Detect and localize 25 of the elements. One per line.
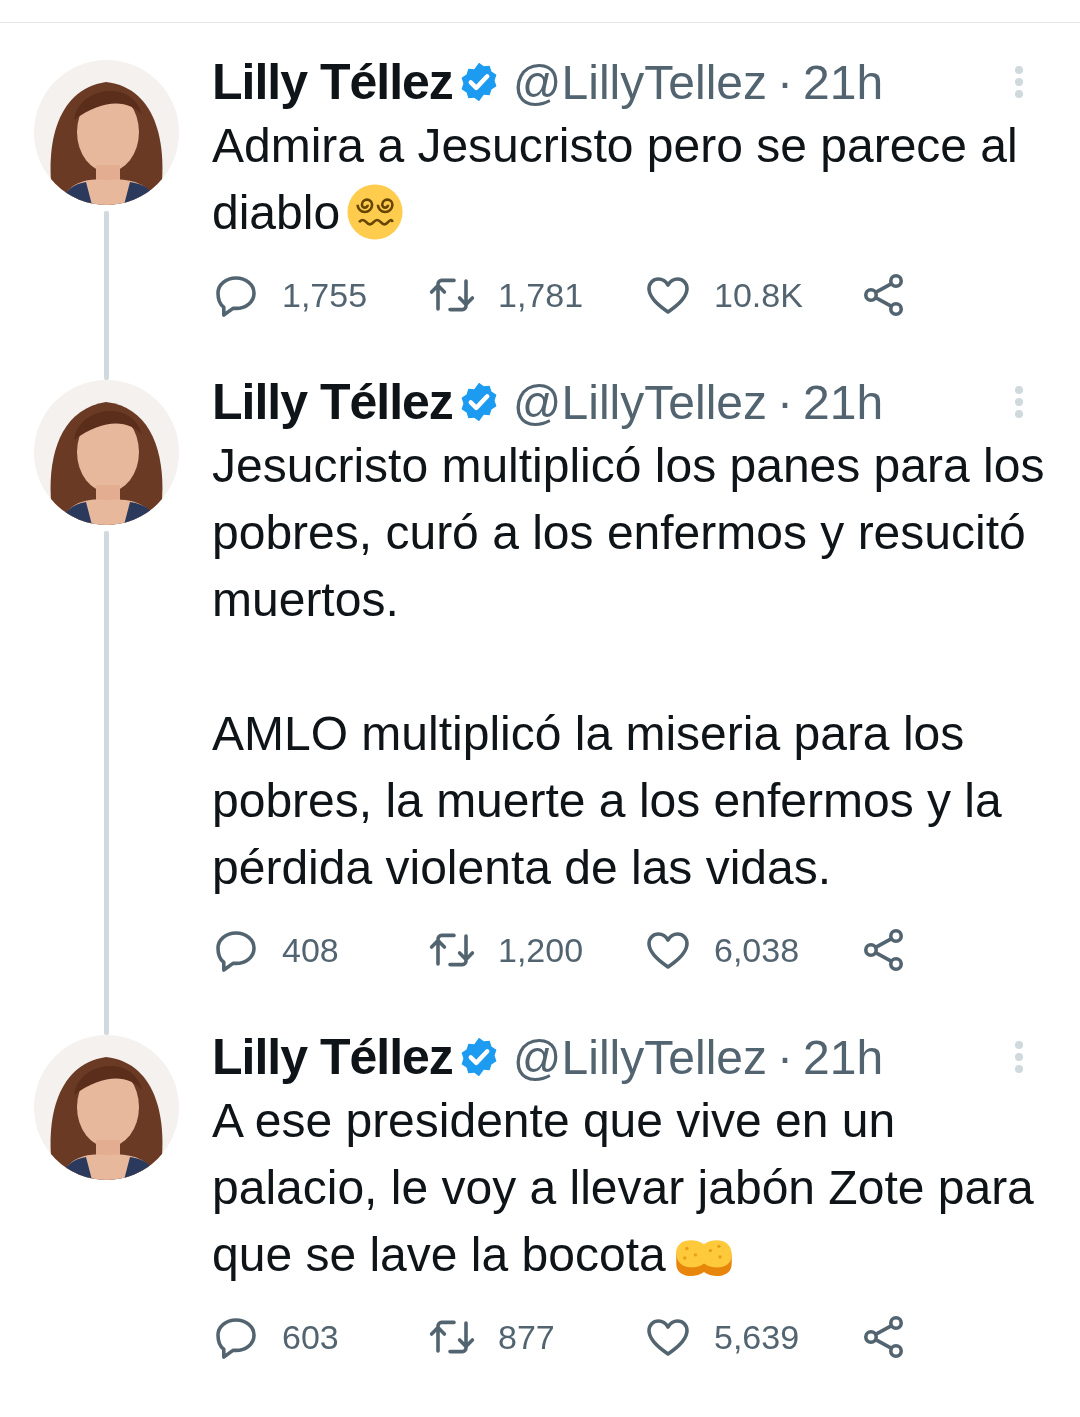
author-handle[interactable]: @LillyTellez xyxy=(512,374,767,430)
tweet-text: Admira a Jesucristo pero se parece al diablo xyxy=(212,119,1018,239)
author-name[interactable]: Lilly Téllez xyxy=(212,53,453,111)
reply-count: 1,755 xyxy=(282,275,368,315)
retweet-count: 1,781 xyxy=(498,275,584,315)
author-handle[interactable]: @LillyTellez xyxy=(512,1029,767,1085)
reply-count: 603 xyxy=(282,1317,339,1357)
separator-dot: · xyxy=(777,54,793,110)
author-name[interactable]: Lilly Téllez xyxy=(212,1028,453,1086)
tweet-time[interactable]: 21h xyxy=(803,1029,884,1085)
tweet-text: A ese presidente que vive en un palacio, le voy a llevar jabón Zote para que se lave la bocota xyxy=(212,1094,1034,1281)
tweet-time[interactable]: 21h xyxy=(803,54,884,110)
like-count: 6,038 xyxy=(714,930,800,970)
like-count: 5,639 xyxy=(714,1317,800,1357)
like-count: 10.8K xyxy=(714,275,803,315)
tweet-time[interactable]: 21h xyxy=(803,374,884,430)
author-name[interactable]: Lilly Téllez xyxy=(212,373,453,431)
separator-dot: · xyxy=(777,1029,793,1085)
retweet-count: 877 xyxy=(498,1317,555,1357)
tweet-text: Jesucristo multiplicó los panes para los pobres, curó a los enfermos y resucitó muertos. xyxy=(212,439,1045,626)
retweet-count: 1,200 xyxy=(498,930,584,970)
separator-dot: · xyxy=(777,374,793,430)
tweet-text: AMLO multiplicó la miseria para los pobres, la muerte a los enfermos y la pérdida violenta de las vidas. xyxy=(212,707,1002,894)
reply-count: 408 xyxy=(282,930,339,970)
author-handle[interactable]: @LillyTellez xyxy=(512,54,767,110)
